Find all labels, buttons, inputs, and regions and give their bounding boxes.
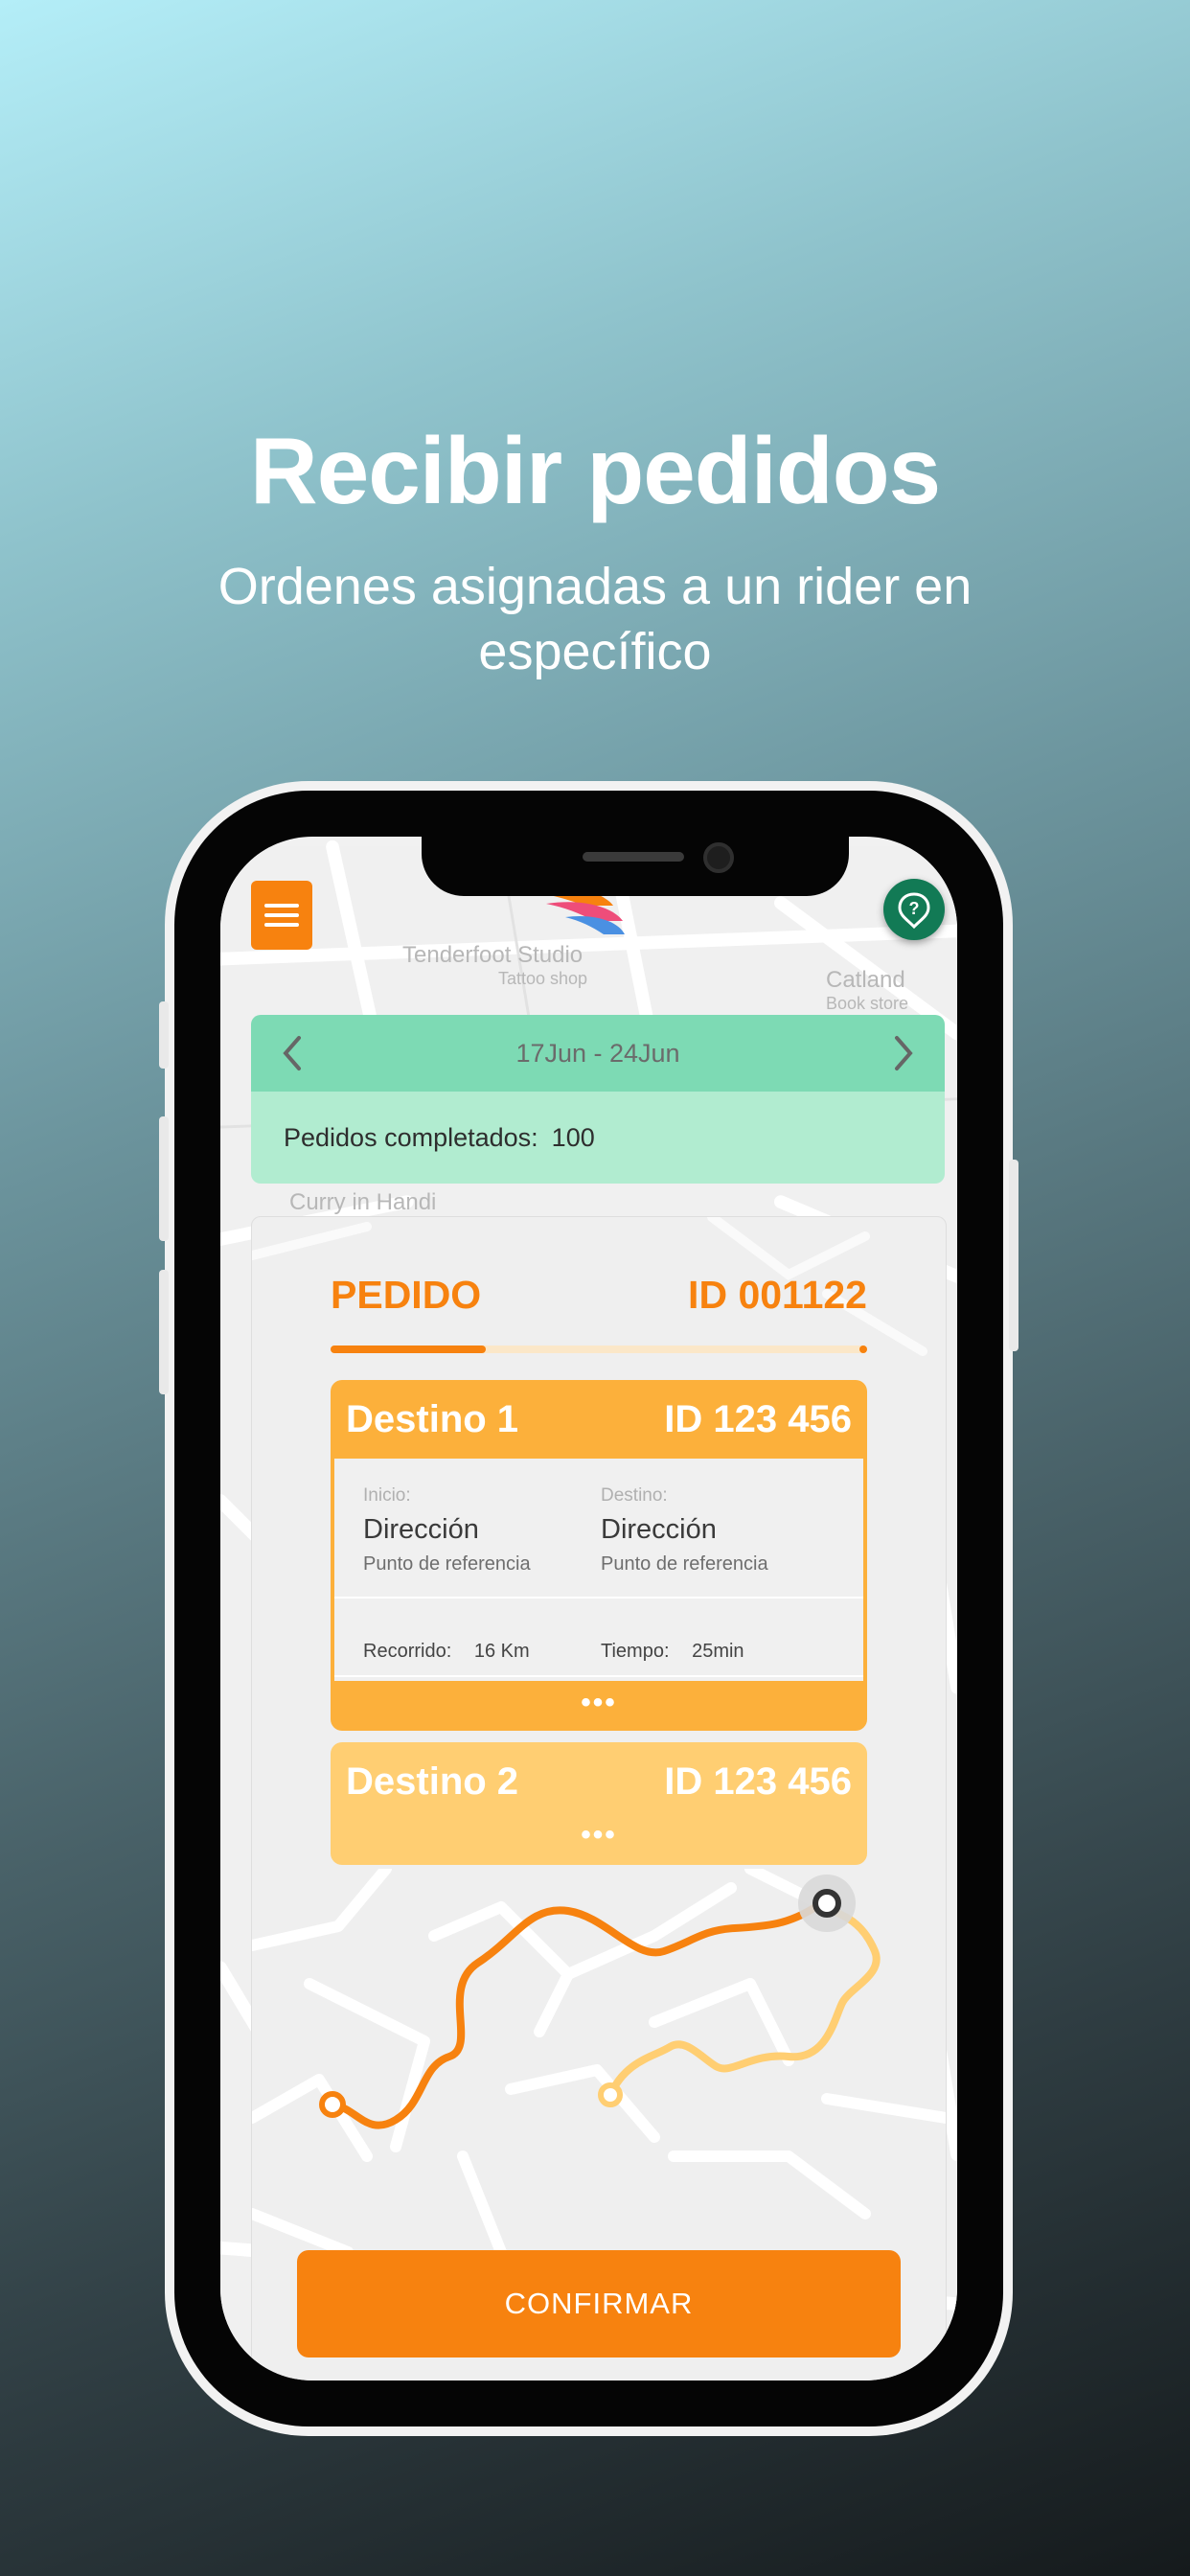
distance-stat: Recorrido: 16 Km: [363, 1641, 530, 1663]
order-id: ID 001122: [688, 1273, 867, 1317]
week-selector: 17Jun - 24Jun: [251, 1015, 945, 1092]
destination-name: Destino 1: [346, 1397, 519, 1440]
current-location-marker: [812, 1889, 841, 1918]
start-address: Dirección: [363, 1514, 479, 1545]
app-screen: Tenderfoot Studio Tattoo shop Catland Bo…: [220, 837, 957, 2380]
menu-button[interactable]: [251, 881, 312, 950]
camera: [703, 842, 734, 873]
help-button[interactable]: ?: [883, 879, 945, 940]
hamburger-icon-line: [264, 923, 299, 927]
end-label: Destino:: [601, 1485, 668, 1506]
phone-frame: Tenderfoot Studio Tattoo shop Catland Bo…: [159, 781, 1018, 2436]
start-reference: Punto de referencia: [363, 1553, 531, 1575]
distance-label: Recorrido:: [363, 1641, 452, 1662]
phone-side-button: [1009, 1160, 1018, 1351]
time-label: Tiempo:: [601, 1641, 670, 1662]
week-summary-card: 17Jun - 24Jun Pedidos completados: 100: [251, 1015, 945, 1184]
map-label: Catland Book store: [826, 967, 908, 1014]
hamburger-icon-line: [264, 904, 299, 908]
order-progress-bar: [331, 1346, 867, 1353]
map-label: Curry in Handi: [289, 1189, 436, 1216]
distance-value: 16 Km: [473, 1641, 530, 1662]
destination-id: ID 123 456: [664, 1760, 852, 1803]
destination-header: Destino 2 ID 123 456: [331, 1742, 867, 1821]
phone-side-button: [159, 1270, 169, 1394]
destination-header: Destino 1 ID 123 456: [331, 1380, 867, 1459]
divider: [334, 1675, 863, 1677]
next-week-button[interactable]: [887, 1030, 922, 1076]
phone-side-button: [159, 1001, 169, 1069]
week-range-label: 17Jun - 24Jun: [515, 1038, 680, 1068]
chevron-right-icon: [895, 1036, 913, 1070]
route-start-marker: [319, 2091, 346, 2118]
divider: [334, 1597, 863, 1598]
map-place-name: Curry in Handi: [289, 1189, 437, 1215]
help-icon: ?: [898, 892, 930, 929]
order-label: PEDIDO: [331, 1273, 482, 1317]
destination-name: Destino 2: [346, 1760, 519, 1803]
svg-text:?: ?: [909, 899, 920, 918]
end-reference: Punto de referencia: [601, 1553, 768, 1575]
destination-card-2[interactable]: Destino 2 ID 123 456 •••: [331, 1742, 867, 1865]
phone-side-button: [159, 1116, 169, 1241]
order-progress-end: [859, 1346, 867, 1353]
time-value: 25min: [692, 1641, 744, 1662]
end-column: Destino: Dirección Punto de referencia: [601, 1485, 768, 1576]
order-panel: PEDIDO ID 001122 Destino 1 ID 123 456 In…: [251, 1216, 947, 2380]
destination-details: Inicio: Dirección Punto de referencia De…: [334, 1459, 863, 1681]
start-label: Inicio:: [363, 1485, 411, 1506]
hamburger-icon-line: [264, 913, 299, 917]
phone-notch: [422, 837, 849, 896]
completed-orders-value: 100: [551, 1122, 595, 1152]
speaker: [583, 852, 684, 862]
time-stat: Tiempo: 25min: [601, 1641, 744, 1663]
map-place-type: Book store: [826, 994, 909, 1013]
end-address: Dirección: [601, 1514, 717, 1545]
completed-orders-row: Pedidos completados: 100: [251, 1092, 945, 1184]
map-place-type: Tattoo shop: [498, 969, 588, 988]
more-options-button[interactable]: •••: [331, 1819, 867, 1852]
confirm-button[interactable]: CONFIRMAR: [297, 2250, 901, 2358]
prev-week-button[interactable]: [274, 1030, 309, 1076]
page-title: Recibir pedidos: [249, 418, 941, 523]
more-options-button[interactable]: •••: [331, 1687, 867, 1719]
route-map: [252, 1869, 946, 2252]
map-label: Tenderfoot Studio Tattoo shop: [402, 942, 587, 989]
page-subtitle: Ordenes asignadas a un rider en específi…: [217, 558, 973, 680]
start-column: Inicio: Dirección Punto de referencia: [363, 1485, 531, 1576]
map-place-name: Tenderfoot Studio: [402, 942, 584, 968]
destination-id: ID 123 456: [664, 1397, 852, 1440]
destination-card-1[interactable]: Destino 1 ID 123 456 Inicio: Dirección P…: [331, 1380, 867, 1731]
route-waypoint-marker: [598, 2082, 623, 2107]
chevron-left-icon: [283, 1036, 301, 1070]
map-place-name: Catland: [826, 967, 905, 993]
phone-bezel: Tenderfoot Studio Tattoo shop Catland Bo…: [174, 791, 1003, 2426]
completed-orders-label: Pedidos completados:: [284, 1122, 538, 1152]
order-progress-fill: [331, 1346, 487, 1353]
order-header: PEDIDO ID 001122: [331, 1273, 867, 1318]
